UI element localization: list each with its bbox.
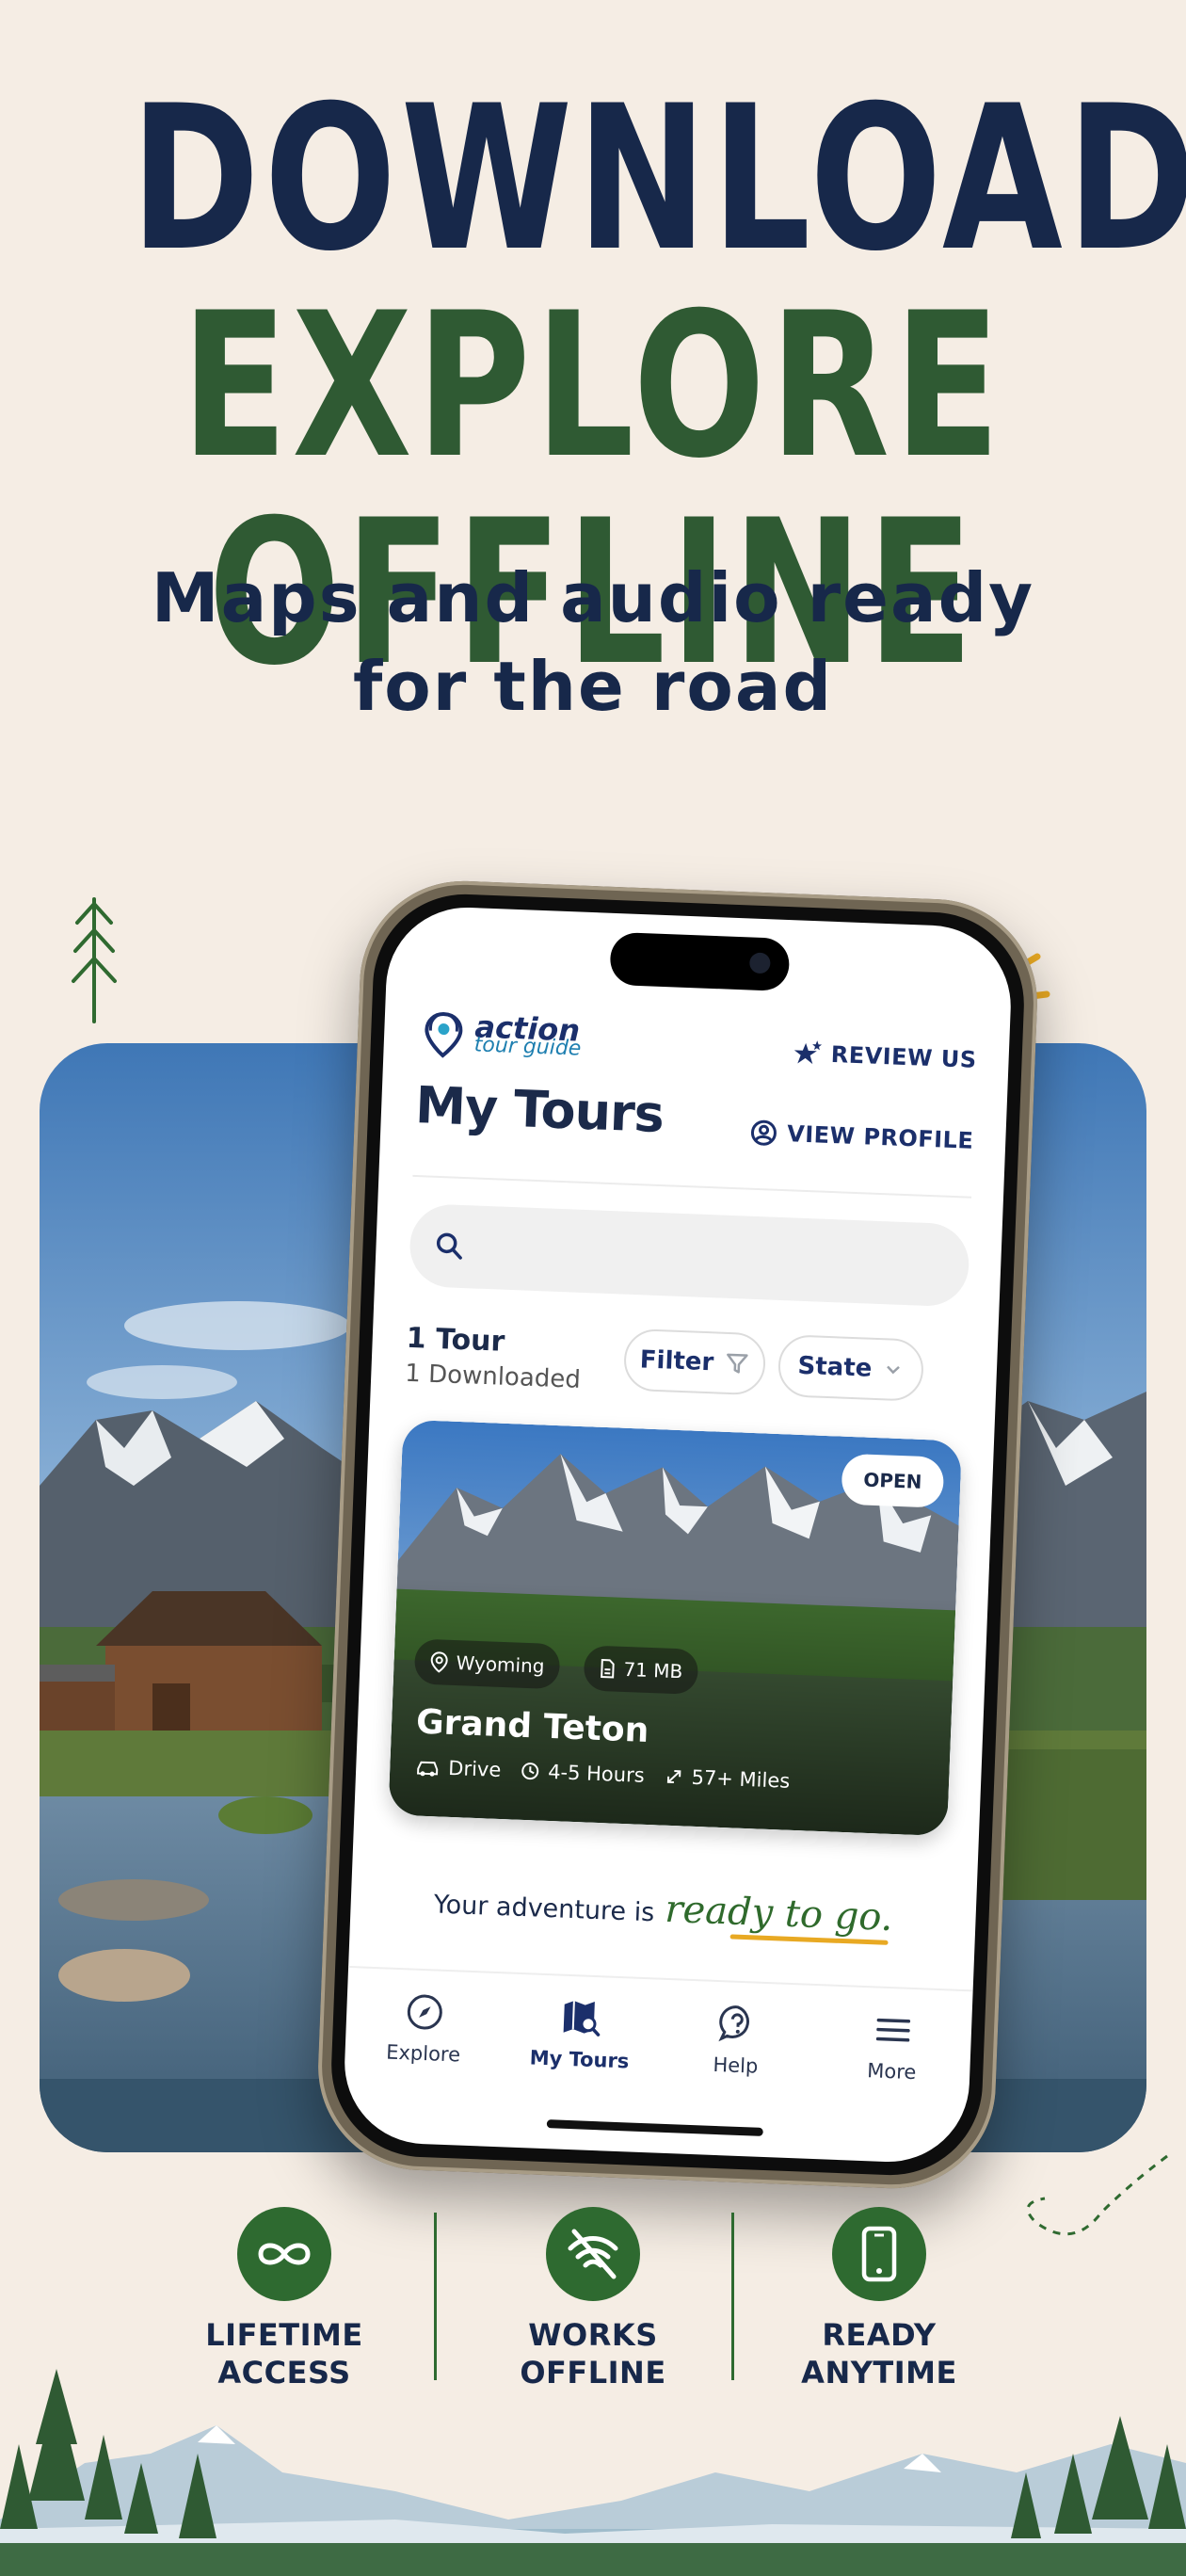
state-chip: Wyoming: [413, 1638, 561, 1690]
phone-bezel: action tour guide REVIEW US My Tours VIE…: [328, 891, 1028, 2179]
review-us-button[interactable]: REVIEW US: [793, 1038, 977, 1073]
file-icon: [601, 1658, 615, 1679]
tab-help-label: Help: [713, 2053, 759, 2078]
smartphone-icon: [861, 2226, 897, 2282]
tour-mode: Drive: [447, 1756, 502, 1781]
infinity-icon: [258, 2243, 311, 2265]
home-indicator: [546, 2119, 763, 2136]
mountain-forest-illustration: [0, 2369, 1186, 2576]
infinity-badge: [237, 2207, 331, 2301]
filter-button[interactable]: Filter: [622, 1328, 767, 1396]
headline-download: DOWNLOAD: [130, 62, 1186, 295]
ready-message: Your adventure is ready to go.: [350, 1876, 976, 1942]
logo-word-tour-guide: tour guide: [473, 1033, 582, 1061]
tab-my-tours-label: My Tours: [529, 2046, 630, 2073]
chevron-down-icon: [887, 1365, 901, 1375]
funnel-icon: [727, 1353, 748, 1374]
star-sparkle-icon: [793, 1040, 823, 1065]
bottom-tab-bar: Explore My Tours Help More: [344, 1965, 973, 2113]
tab-more-label: More: [866, 2059, 917, 2085]
app-logo[interactable]: action tour guide: [421, 1008, 582, 1064]
app-screen: action tour guide REVIEW US My Tours VIE…: [342, 904, 1014, 2165]
search-input[interactable]: [476, 1232, 855, 1276]
smartphone-badge: [832, 2207, 926, 2301]
map-pin-icon: [430, 1651, 448, 1673]
question-icon: [718, 2005, 749, 2042]
review-us-label: REVIEW US: [830, 1040, 978, 1073]
view-profile-button[interactable]: VIEW PROFILE: [749, 1119, 974, 1155]
tab-my-tours[interactable]: My Tours: [500, 1973, 661, 2100]
state-select[interactable]: State: [777, 1333, 925, 1402]
wifi-off-icon: [568, 2229, 618, 2279]
search-icon: [436, 1232, 462, 1260]
filter-label: Filter: [639, 1345, 714, 1377]
camera-icon: [748, 952, 771, 974]
tab-explore-label: Explore: [385, 2040, 461, 2067]
search-bar[interactable]: [408, 1202, 970, 1308]
subheadline-line-2: for the road: [352, 647, 834, 726]
downloaded-count: 1 Downloaded: [404, 1359, 582, 1394]
tour-duration: 4-5 Hours: [547, 1760, 646, 1787]
tab-more[interactable]: More: [812, 1986, 973, 2112]
tab-explore[interactable]: Explore: [344, 1968, 505, 2094]
wifi-off-badge: [546, 2207, 640, 2301]
clock-icon: [521, 1763, 539, 1780]
dashed-loop-doodle-icon: [1026, 2154, 1168, 2236]
page-title: My Tours: [414, 1074, 665, 1145]
pine-tree-doodle-icon: [72, 897, 117, 1023]
ready-message-script: ready to go.: [664, 1887, 894, 1940]
dynamic-island: [609, 931, 791, 992]
size-chip-label: 71 MB: [623, 1657, 683, 1683]
compass-icon: [407, 1994, 442, 2030]
state-chip-label: Wyoming: [456, 1651, 545, 1678]
map-pin-headphones-icon: [425, 1012, 463, 1058]
open-tour-button[interactable]: OPEN: [841, 1453, 945, 1508]
tab-help[interactable]: Help: [656, 1980, 817, 2106]
tour-count: 1 Tour: [406, 1321, 505, 1359]
subheadline-line-1: Maps and audio ready: [151, 558, 1035, 637]
header-divider: [412, 1174, 972, 1199]
phone-mockup: action tour guide REVIEW US My Tours VIE…: [313, 877, 1042, 2193]
state-label: State: [797, 1351, 873, 1383]
view-profile-label: VIEW PROFILE: [786, 1120, 974, 1154]
distance-arrows-icon: [666, 1770, 681, 1784]
map-search-icon: [563, 2001, 601, 2037]
menu-icon: [875, 2018, 911, 2042]
size-chip: 71 MB: [583, 1645, 699, 1695]
user-circle-icon: [750, 1119, 777, 1146]
ready-message-plain: Your adventure is: [433, 1890, 655, 1928]
tour-distance: 57+ Miles: [691, 1765, 791, 1793]
car-icon: [417, 1761, 439, 1777]
subheadline: Maps and audio ready for the road: [0, 554, 1186, 731]
tour-card-grand-teton[interactable]: OPEN Wyoming 71 MB Grand Teton Drive 4-5…: [388, 1419, 963, 1837]
